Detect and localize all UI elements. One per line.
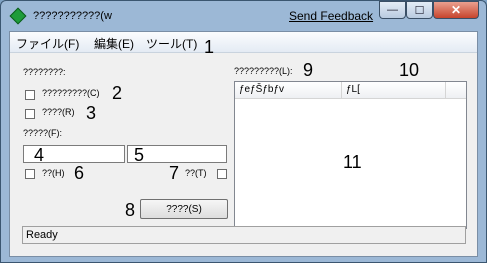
annotation-1: 1 — [204, 37, 215, 57]
annotation-11: 11 — [343, 152, 362, 172]
menu-tools[interactable]: ツール(T) — [146, 35, 197, 52]
minimize-icon: — — [387, 4, 398, 16]
app-icon — [9, 7, 27, 25]
annotation-7: 7 — [169, 163, 180, 183]
annotation-9: 9 — [303, 60, 314, 80]
menu-bar: ファイル(F) 編集(E) ツール(T) — [10, 32, 477, 53]
maximize-icon: ☐ — [414, 4, 425, 17]
checkbox-h[interactable] — [25, 169, 35, 179]
annotation-3: 3 — [86, 103, 97, 123]
window-title: ???????????(w — [33, 10, 112, 22]
checkbox-c-label: ?????????(C) — [42, 88, 100, 98]
title-bar[interactable]: ???????????(w Send Feedback — ☐ ✕ — [1, 1, 486, 31]
send-feedback-link[interactable]: Send Feedback — [289, 9, 373, 23]
field-label: ?????(F): — [23, 128, 63, 138]
annotation-5: 5 — [134, 145, 145, 165]
close-button[interactable]: ✕ — [433, 1, 479, 19]
action-button[interactable]: ????(S) — [140, 199, 228, 219]
checkbox-t[interactable] — [217, 169, 227, 179]
close-icon: ✕ — [450, 3, 462, 17]
maximize-button[interactable]: ☐ — [406, 1, 433, 19]
section-label: ????????: — [23, 67, 66, 77]
checkbox-h-label: ??(H) — [42, 168, 65, 178]
minimize-button[interactable]: — — [379, 1, 406, 19]
app-window: ???????????(w Send Feedback — ☐ ✕ ファイル(F… — [0, 0, 487, 263]
checkbox-t-label: ??(T) — [185, 168, 207, 178]
annotation-8: 8 — [125, 200, 136, 220]
checkbox-r[interactable] — [25, 109, 35, 119]
list-view[interactable]: ƒeƒŠƒbƒv ƒL[ 11 — [234, 81, 467, 229]
list-label: ?????????(L): — [234, 66, 293, 76]
annotation-10: 10 — [399, 60, 420, 80]
checkbox-r-label: ????(R) — [42, 107, 75, 117]
annotation-4: 4 — [34, 145, 45, 165]
column-header-1[interactable]: ƒeƒŠƒbƒv — [235, 82, 342, 98]
annotation-2: 2 — [112, 83, 123, 103]
client-area: ファイル(F) 編集(E) ツール(T) 1 ????????: ???????… — [9, 31, 478, 257]
annotation-6: 6 — [74, 163, 85, 183]
column-header-2[interactable]: ƒL[ — [342, 82, 446, 98]
status-bar: Ready — [22, 226, 466, 244]
checkbox-c[interactable] — [25, 90, 35, 100]
list-header: ƒeƒŠƒbƒv ƒL[ — [235, 82, 466, 99]
menu-edit[interactable]: 編集(E) — [94, 35, 134, 52]
menu-file[interactable]: ファイル(F) — [16, 35, 79, 52]
